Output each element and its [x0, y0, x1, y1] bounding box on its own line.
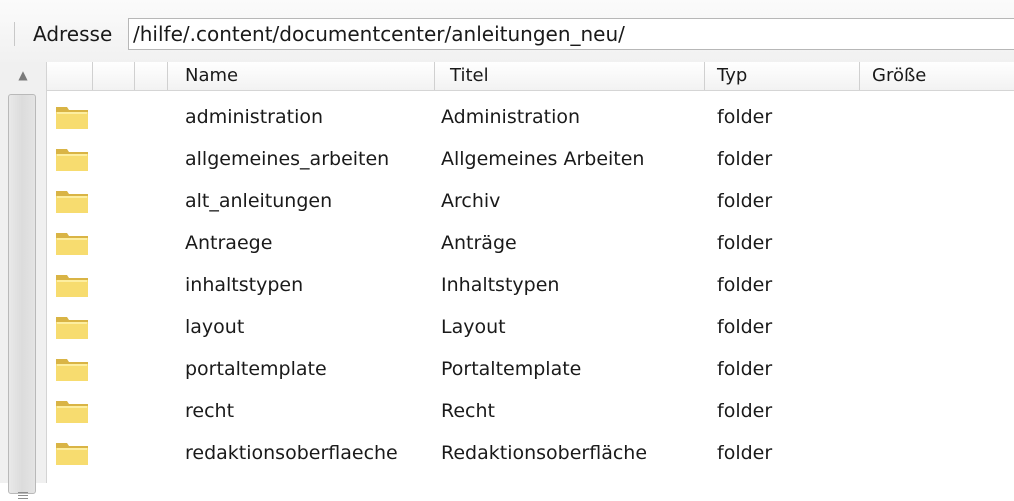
- table-row[interactable]: Antraege Anträge folder: [47, 223, 1014, 265]
- file-name[interactable]: Antraege: [185, 231, 272, 255]
- address-input[interactable]: /hilfe/.content/documentcenter/anleitung…: [128, 18, 1014, 50]
- file-title: Archiv: [441, 190, 501, 212]
- file-name[interactable]: inhaltstypen: [185, 273, 303, 297]
- file-title: Allgemeines Arbeiten: [441, 148, 645, 170]
- table-row[interactable]: layout Layout folder: [47, 307, 1014, 349]
- column-separator[interactable]: [704, 62, 705, 90]
- file-title: Administration: [441, 106, 581, 128]
- file-name[interactable]: recht: [185, 399, 234, 423]
- file-title: Anträge: [441, 232, 517, 254]
- folder-icon: [56, 275, 88, 297]
- toolbar-separator: [14, 22, 15, 46]
- table-row[interactable]: redaktionsoberflaeche Redaktionsoberfläch…: [47, 433, 1014, 475]
- column-header-title[interactable]: Titel: [450, 62, 489, 90]
- folder-icon: [56, 359, 88, 381]
- folder-icon: [56, 191, 88, 213]
- column-header-name[interactable]: Name: [185, 62, 238, 90]
- file-title: Portaltemplate: [441, 358, 582, 380]
- column-separator[interactable]: [134, 62, 135, 90]
- table-row[interactable]: inhaltstypen Inhaltstypen folder: [47, 265, 1014, 307]
- file-name[interactable]: alt_anleitungen: [185, 189, 332, 213]
- file-type: folder: [717, 106, 773, 128]
- address-label: Adresse: [33, 22, 113, 46]
- file-type: folder: [717, 148, 773, 170]
- column-header-size[interactable]: Größe: [872, 62, 926, 90]
- file-name[interactable]: redaktionsoberflaeche: [185, 441, 398, 465]
- file-type: folder: [717, 400, 773, 422]
- scroll-up-arrow-icon[interactable]: ▲: [6, 62, 40, 88]
- file-name[interactable]: layout: [185, 315, 244, 339]
- column-header: Name Titel Typ Größe: [47, 62, 1014, 91]
- scroll-thumb[interactable]: [8, 94, 36, 499]
- grip-icon: [18, 492, 28, 501]
- table-row[interactable]: portaltemplate Portaltemplate folder: [47, 349, 1014, 391]
- column-separator[interactable]: [859, 62, 860, 90]
- file-type: folder: [717, 316, 773, 338]
- address-bar: Adresse /hilfe/.content/documentcenter/a…: [0, 0, 1014, 63]
- column-separator[interactable]: [167, 62, 168, 90]
- folder-icon: [56, 317, 88, 339]
- file-title: Redaktionsoberfläche: [441, 442, 648, 464]
- file-name[interactable]: allgemeines_arbeiten: [185, 147, 389, 171]
- folder-icon: [56, 149, 88, 171]
- file-title: Inhaltstypen: [441, 274, 560, 296]
- file-type: folder: [717, 190, 773, 212]
- column-header-type[interactable]: Typ: [717, 62, 747, 90]
- file-type: folder: [717, 232, 773, 254]
- file-type: folder: [717, 274, 773, 296]
- file-title: Recht: [441, 400, 495, 422]
- folder-icon: [56, 233, 88, 255]
- folder-icon: [56, 107, 88, 129]
- file-title: Layout: [441, 316, 506, 338]
- file-name[interactable]: portaltemplate: [185, 357, 327, 381]
- file-name[interactable]: administration: [185, 105, 323, 129]
- table-row[interactable]: alt_anleitungen Archiv folder: [47, 181, 1014, 223]
- column-separator[interactable]: [92, 62, 93, 90]
- table-row[interactable]: allgemeines_arbeiten Allgemeines Arbeiten…: [47, 139, 1014, 181]
- file-type: folder: [717, 442, 773, 464]
- folder-icon: [56, 443, 88, 465]
- file-type: folder: [717, 358, 773, 380]
- table-row[interactable]: administration Administration folder: [47, 97, 1014, 139]
- table-row[interactable]: recht Recht folder: [47, 391, 1014, 433]
- column-separator[interactable]: [434, 62, 435, 90]
- folder-icon: [56, 401, 88, 423]
- vertical-scrollbar[interactable]: ▲: [0, 62, 47, 499]
